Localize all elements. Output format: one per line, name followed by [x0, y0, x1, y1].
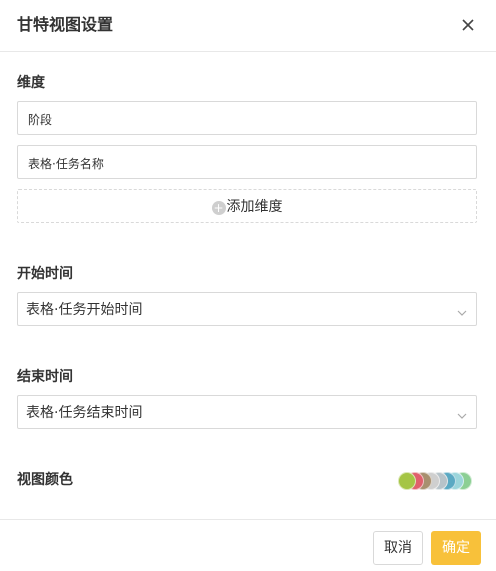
start-time-value: 表格·任务开始时间: [26, 302, 143, 318]
end-time-label: 结束时间: [17, 369, 73, 385]
dialog-title: 甘特视图设置: [17, 15, 114, 34]
dimension-item-stage[interactable]: 阶段: [17, 101, 477, 135]
end-time-value: 表格·任务结束时间: [26, 405, 143, 421]
add-dimension-button[interactable]: + 添加维度: [17, 189, 477, 223]
dimension-item-text: 表格·任务名称: [28, 157, 104, 171]
dialog-header: 甘特视图设置: [0, 0, 496, 52]
chevron-down-icon: [456, 304, 468, 316]
dialog-footer: 取消 确定: [0, 519, 496, 571]
close-icon[interactable]: [458, 15, 478, 35]
cancel-button[interactable]: 取消: [373, 531, 423, 565]
end-time-select[interactable]: 表格·任务结束时间: [17, 395, 477, 429]
color-palette-picker[interactable]: [396, 472, 480, 492]
start-time-select[interactable]: 表格·任务开始时间: [17, 292, 477, 326]
color-swatch: [398, 472, 416, 490]
chevron-down-icon: [456, 407, 468, 419]
add-dimension-label: 添加维度: [226, 199, 283, 215]
dimension-item-text: 阶段: [28, 113, 53, 127]
dimension-label: 维度: [17, 75, 45, 91]
confirm-button[interactable]: 确定: [431, 531, 481, 565]
start-time-label: 开始时间: [17, 266, 73, 282]
dimension-item-task-name[interactable]: 表格·任务名称: [17, 145, 477, 179]
plus-circle-icon: +: [211, 201, 226, 215]
view-color-label: 视图颜色: [17, 472, 73, 488]
